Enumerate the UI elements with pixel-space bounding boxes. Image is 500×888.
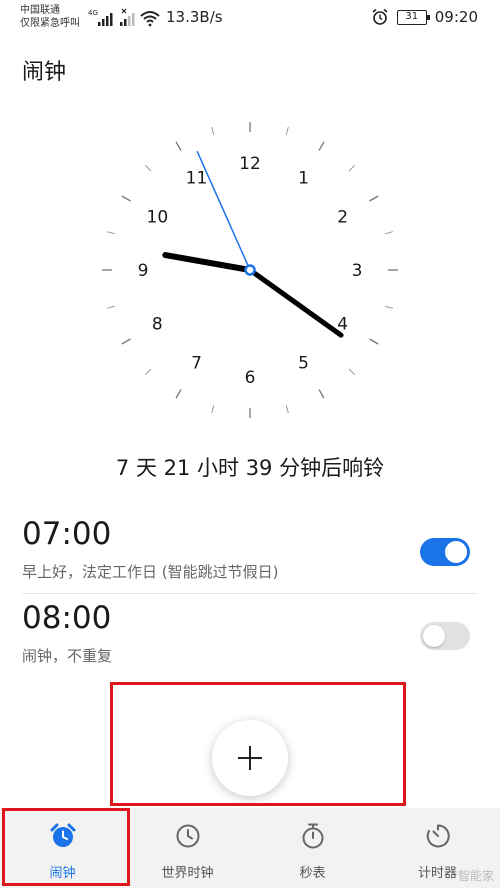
clock-tick: [318, 141, 325, 151]
clock-tick: [285, 126, 289, 135]
clock-tick: [121, 338, 131, 345]
clock-icon: [176, 824, 199, 848]
tab-world-clock[interactable]: 世界时钟: [125, 808, 250, 888]
hour-hand: [162, 252, 253, 273]
clock-number: 8: [152, 315, 163, 335]
alarm-label: 早上好，法定工作日 (智能跳过节假日): [22, 563, 279, 581]
toggle-knob: [423, 625, 445, 647]
watermark: 智能家: [457, 869, 494, 883]
alarm-toggle-0800[interactable]: [420, 622, 470, 650]
clock-number: 9: [138, 261, 149, 281]
clock-tick: [385, 305, 394, 309]
carrier-info: 中国联通 仅限紧急呼叫: [20, 4, 80, 30]
highlight-box-tab: [2, 808, 130, 886]
clock-number: 5: [298, 354, 309, 374]
clock-tick: [211, 405, 215, 414]
status-bar: 中国联通 仅限紧急呼叫 4G 13.3B/s 31 09:20: [0, 0, 500, 36]
clock-number: 11: [186, 168, 208, 188]
next-alarm-countdown: 7 天 21 小时 39 分钟后响铃: [115, 456, 385, 480]
signal-icon: [98, 13, 113, 26]
alarm-item-0800[interactable]: 08:00 闹钟，不重复: [0, 596, 500, 676]
clock-number: 1: [298, 168, 309, 188]
clock-number: 10: [147, 208, 169, 228]
clock-tick: [106, 231, 115, 235]
network-speed: 13.3B/s: [166, 8, 223, 26]
alarm-time: 07:00: [22, 516, 112, 552]
toggle-knob: [445, 541, 467, 563]
signal-wifi-icons: 4G: [88, 8, 160, 27]
clock-tick: [385, 231, 394, 235]
clock-number: 6: [245, 368, 256, 388]
clock-tick: [121, 195, 131, 202]
alarm-toggle-0700[interactable]: [420, 538, 470, 566]
clock-number: 7: [191, 354, 202, 374]
clock-center: [244, 264, 256, 276]
stopwatch-icon: [302, 823, 323, 849]
clock-tick: [106, 305, 115, 309]
alarm-label: 闹钟，不重复: [22, 647, 113, 665]
clock-tick: [144, 368, 152, 376]
clock-tick: [369, 195, 379, 202]
carrier-name: 中国联通: [20, 5, 60, 16]
wifi-icon: [140, 11, 160, 27]
clock-tick: [211, 126, 215, 135]
alarm-status-icon: [372, 8, 388, 25]
clock-tick: [175, 389, 182, 399]
alarm-divider: [22, 593, 478, 594]
battery-icon: 31: [396, 9, 430, 25]
alarm-time: 08:00: [22, 600, 112, 636]
clock-tick: [175, 141, 182, 151]
highlight-box-add: [110, 682, 406, 806]
clock-number: 12: [239, 154, 261, 174]
clock-tick: [369, 338, 379, 345]
clock-number: 2: [337, 208, 348, 228]
signal-icon-2: [120, 8, 135, 26]
right-status: 31 09:20: [371, 8, 478, 26]
alarm-item-0700[interactable]: 07:00 早上好，法定工作日 (智能跳过节假日): [0, 512, 500, 592]
clock-tick: [285, 405, 289, 414]
clock-tick: [348, 368, 356, 376]
net-type-label: 4G: [88, 9, 98, 17]
minute-hand: [247, 267, 344, 338]
clock-tick: [318, 389, 325, 399]
clock-tick: [348, 164, 356, 172]
tab-label: 秒表: [299, 866, 326, 881]
carrier-status: 仅限紧急呼叫: [20, 18, 80, 29]
clock-tick: [144, 164, 152, 172]
tab-label: 世界时钟: [161, 866, 214, 881]
page-title: 闹钟: [22, 60, 67, 85]
analog-clock: 121234567891011: [102, 122, 398, 418]
tab-stopwatch[interactable]: 秒表: [250, 808, 375, 888]
status-time: 09:20: [434, 8, 478, 26]
timer-icon: [426, 824, 450, 848]
clock-number: 3: [352, 261, 363, 281]
